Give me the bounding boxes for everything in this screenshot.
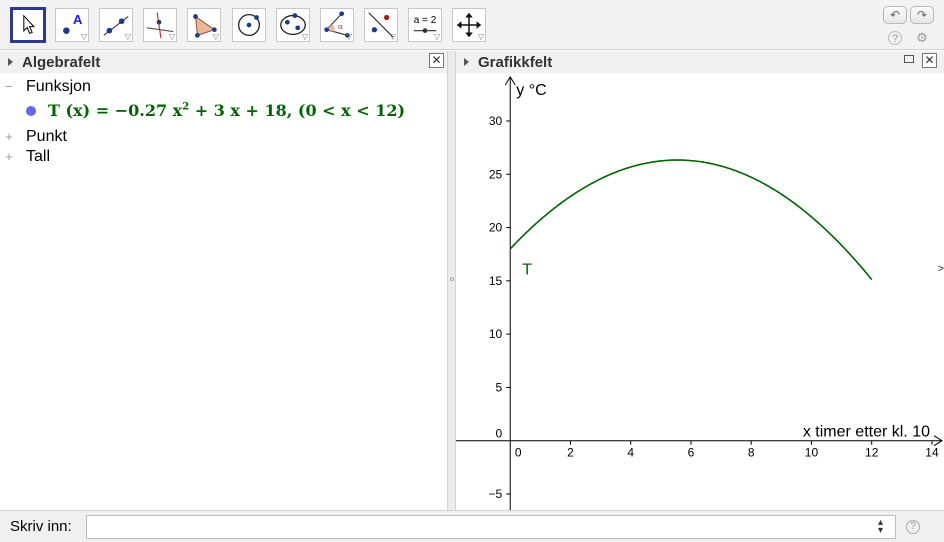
x-tick-label: 2	[567, 446, 574, 460]
slider-tool-button[interactable]: a = 2 ▽	[408, 8, 442, 42]
y-tick-label: 0	[496, 427, 503, 441]
tree-group-punkt[interactable]: + Punkt	[0, 128, 447, 148]
axis-ticks: 0 2 4 6 8 10 12 14 −5 0 5 10 15 20 25 30	[489, 114, 939, 501]
function-definition: T (x) = −0.27 x2 + 3 x + 18, (0 < x < 12…	[48, 101, 405, 120]
angle-tool-button[interactable]: α ▽	[320, 8, 354, 42]
graphics-panel-header: Grafikkfelt ✕	[456, 51, 944, 73]
x-tick-label: 8	[748, 446, 755, 460]
move-graphics-view-tool-button[interactable]: ▽	[452, 8, 486, 42]
expand-icon[interactable]: +	[3, 150, 15, 163]
undock-icon[interactable]	[904, 55, 914, 63]
input-history-arrows-icon[interactable]: ▴ ▾	[878, 518, 883, 536]
polygon-tool-button[interactable]: ▽	[187, 8, 221, 42]
toolbar: A ▽ ▽ ▽ ▽ ▽ α ▽ ▽ a = 2 ▽ ▽ ↶ ↷ ? ⚙	[0, 0, 944, 50]
y-tick-label: 20	[489, 221, 503, 235]
dropdown-triangle-icon: ▽	[124, 32, 131, 41]
input-help-icon[interactable]: ?	[906, 520, 920, 534]
perpendicular-line-tool-button[interactable]: ▽	[143, 8, 177, 42]
dropdown-triangle-icon: ▽	[345, 32, 352, 41]
algebra-view: − Funksjon T (x) = −0.27 x2 + 3 x + 18, …	[0, 73, 447, 510]
point-letter: A	[73, 12, 83, 27]
close-icon: ✕	[924, 53, 935, 67]
algebra-panel-title: Algebrafelt	[22, 54, 101, 71]
gear-icon[interactable]: ⚙	[915, 31, 929, 45]
visibility-dot-icon[interactable]	[26, 106, 36, 116]
x-tick-label: 4	[627, 446, 634, 460]
ellipse-tool-button[interactable]: ▽	[276, 8, 310, 42]
y-tick-label: −5	[489, 487, 503, 501]
panel-divider[interactable]	[447, 51, 456, 510]
y-axis-label: y °C	[516, 82, 546, 99]
panel-collapse-arrow-icon[interactable]	[464, 58, 469, 66]
graphics-panel-title: Grafikkfelt	[478, 54, 553, 71]
dropdown-triangle-icon: ▽	[389, 32, 396, 41]
close-icon: ✕	[431, 53, 442, 67]
formula-suffix: + 3 x + 18, (0 < x < 12)	[189, 101, 406, 120]
redo-icon: ↷	[916, 8, 928, 22]
tree-group-funksjon[interactable]: − Funksjon	[0, 78, 447, 98]
expand-icon[interactable]: +	[3, 130, 15, 143]
curve-label: T	[522, 261, 532, 278]
help-icon[interactable]: ?	[888, 31, 902, 45]
y-tick-label: 10	[489, 327, 503, 341]
input-bar: Skriv inn: ▴ ▾ ?	[0, 510, 944, 542]
y-tick-label: 25	[489, 167, 503, 181]
group-label: Tall	[26, 148, 51, 165]
tree-group-tall[interactable]: + Tall	[0, 148, 447, 168]
dropdown-triangle-icon: ▽	[80, 32, 87, 41]
algebra-panel-header: Algebrafelt ✕	[0, 51, 447, 73]
command-input[interactable]	[86, 515, 896, 539]
y-tick-label: 5	[496, 380, 503, 394]
function-plot[interactable]: 0 2 4 6 8 10 12 14 −5 0 5 10 15 20 25 30 T y °C x timer…	[456, 73, 944, 510]
function-item-T[interactable]: T (x) = −0.27 x2 + 3 x + 18, (0 < x < 12…	[0, 101, 447, 121]
dropdown-triangle-icon: ▽	[301, 32, 308, 41]
redo-button[interactable]: ↷	[910, 6, 934, 24]
collapse-icon[interactable]: −	[3, 80, 15, 93]
x-tick-label: 6	[688, 446, 695, 460]
point-tool-button[interactable]: A ▽	[55, 8, 89, 42]
input-label: Skriv inn:	[10, 518, 72, 535]
circle-tool-button[interactable]	[232, 8, 266, 42]
line-tool-button[interactable]: ▽	[99, 8, 133, 42]
graphics-view[interactable]: 0 2 4 6 8 10 12 14 −5 0 5 10 15 20 25 30 T y °C x timer…	[456, 73, 944, 510]
dropdown-triangle-icon: ▽	[168, 32, 175, 41]
group-label: Funksjon	[26, 78, 91, 95]
undo-button[interactable]: ↶	[883, 6, 907, 24]
panel-collapse-arrow-icon[interactable]	[8, 58, 13, 66]
cursor-arrow-icon	[23, 14, 35, 34]
reflect-tool-button[interactable]: ▽	[364, 8, 398, 42]
svg-text:α: α	[338, 22, 343, 31]
undo-icon: ↶	[889, 8, 901, 22]
x-tick-label: 12	[865, 446, 879, 460]
x-tick-label: 10	[805, 446, 819, 460]
group-label: Punkt	[26, 128, 67, 145]
graphics-close-button[interactable]: ✕	[922, 53, 937, 68]
algebra-close-button[interactable]: ✕	[429, 53, 444, 68]
y-tick-label: 30	[489, 114, 503, 128]
divider-grip-icon[interactable]	[450, 277, 454, 281]
dropdown-triangle-icon: ▽	[477, 32, 484, 41]
curve-T	[509, 159, 873, 281]
move-tool-button[interactable]	[10, 7, 46, 43]
resize-caret-icon: >	[937, 263, 944, 275]
x-axis-label: x timer etter kl. 10	[803, 424, 930, 441]
formula-prefix: T (x) = −0.27 x	[48, 101, 183, 120]
x-tick-label: 14	[925, 446, 939, 460]
y-tick-label: 15	[489, 274, 503, 288]
dropdown-triangle-icon: ▽	[212, 32, 219, 41]
circle-center-point-icon	[237, 13, 261, 37]
x-tick-label: 0	[515, 446, 522, 460]
dropdown-triangle-icon: ▽	[433, 32, 440, 41]
